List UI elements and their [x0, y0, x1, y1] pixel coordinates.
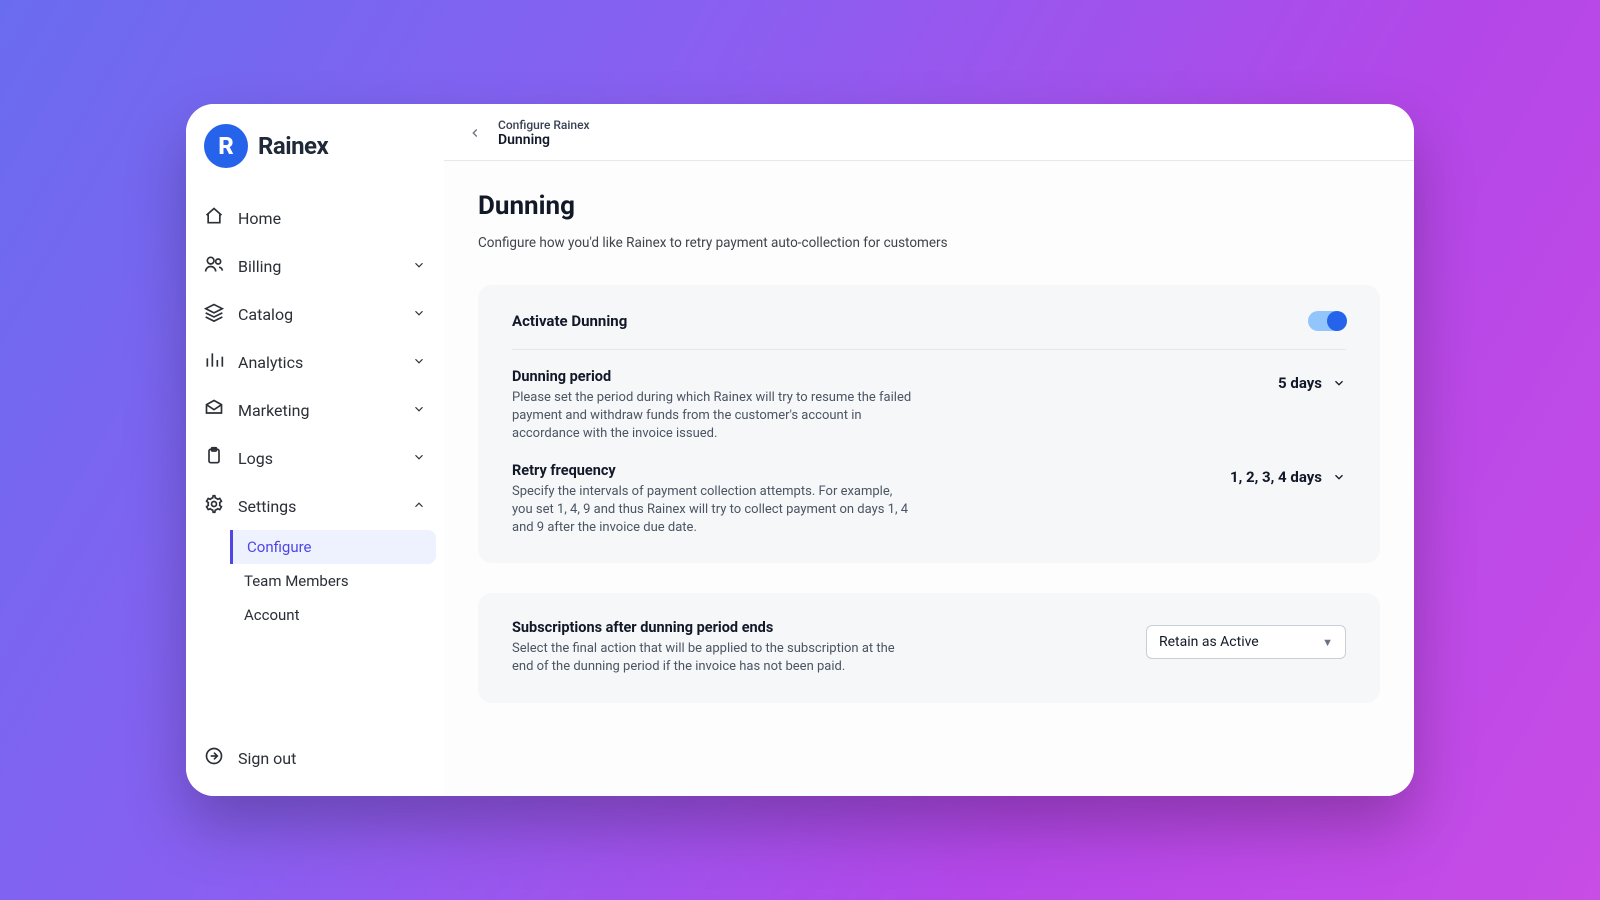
- chevron-down-icon: [412, 353, 426, 372]
- chevron-down-icon: [1332, 376, 1346, 390]
- retry-frequency-row: Retry frequency Specify the intervals of…: [512, 444, 1346, 538]
- sidebar-subitem-label: Configure: [247, 538, 312, 556]
- sidebar-subitem-label: Account: [244, 606, 300, 624]
- dunning-period-desc: Please set the period during which Raine…: [512, 389, 912, 444]
- nav: Home Billing Catalog: [186, 186, 444, 734]
- sidebar-item-label: Home: [238, 209, 281, 228]
- app-window: R Rainex Home Billing: [186, 104, 1414, 796]
- sidebar-item-catalog[interactable]: Catalog: [194, 290, 436, 338]
- dunning-period-row: Dunning period Please set the period dur…: [512, 350, 1346, 444]
- brand-logo-icon: R: [204, 124, 248, 168]
- retry-frequency-value: 1, 2, 3, 4 days: [1230, 468, 1322, 486]
- retry-frequency-desc: Specify the intervals of payment collect…: [512, 483, 912, 538]
- sidebar-item-analytics[interactable]: Analytics: [194, 338, 436, 386]
- sidebar-item-billing[interactable]: Billing: [194, 242, 436, 290]
- post-dunning-row: Subscriptions after dunning period ends …: [512, 619, 1346, 676]
- toggle-knob: [1327, 311, 1347, 331]
- chevron-down-icon: [412, 257, 426, 276]
- retry-frequency-dropdown[interactable]: 1, 2, 3, 4 days: [1230, 468, 1346, 486]
- envelope-icon: [204, 398, 224, 422]
- sidebar-subitem-account[interactable]: Account: [230, 598, 436, 632]
- dunning-period-value: 5 days: [1278, 374, 1322, 392]
- sidebar-item-label: Logs: [238, 449, 273, 468]
- activate-dunning-toggle[interactable]: [1308, 311, 1346, 331]
- signout-icon: [204, 746, 224, 770]
- brand-name: Rainex: [258, 132, 328, 160]
- bars-icon: [204, 350, 224, 374]
- dunning-card: Activate Dunning Dunning period Please s…: [478, 285, 1380, 563]
- gear-icon: [204, 494, 224, 518]
- signout-button[interactable]: Sign out: [186, 734, 444, 782]
- chevron-down-icon: [412, 305, 426, 324]
- sidebar-subitem-team-members[interactable]: Team Members: [230, 564, 436, 598]
- page-title: Dunning: [478, 191, 1380, 221]
- sidebar-item-marketing[interactable]: Marketing: [194, 386, 436, 434]
- caret-down-icon: ▼: [1322, 636, 1333, 649]
- sidebar-item-label: Settings: [238, 497, 296, 516]
- sidebar-item-settings[interactable]: Settings: [194, 482, 436, 530]
- back-button[interactable]: [464, 122, 486, 144]
- breadcrumb-parent: Configure Rainex: [498, 118, 590, 132]
- main: Configure Rainex Dunning Dunning Configu…: [444, 104, 1414, 796]
- chevron-down-icon: [1332, 470, 1346, 484]
- clipboard-icon: [204, 446, 224, 470]
- breadcrumb: Configure Rainex Dunning: [498, 118, 590, 148]
- home-icon: [204, 206, 224, 230]
- post-dunning-desc: Select the final action that will be app…: [512, 640, 912, 676]
- chevron-left-icon: [468, 126, 482, 140]
- signout-label: Sign out: [238, 749, 296, 768]
- sidebar-item-label: Marketing: [238, 401, 309, 420]
- layers-icon: [204, 302, 224, 326]
- chevron-down-icon: [412, 449, 426, 468]
- post-dunning-title: Subscriptions after dunning period ends: [512, 619, 912, 636]
- chevron-up-icon: [412, 497, 426, 516]
- topbar: Configure Rainex Dunning: [444, 104, 1414, 161]
- sidebar-item-label: Analytics: [238, 353, 303, 372]
- sidebar-item-label: Catalog: [238, 305, 293, 324]
- dunning-period-dropdown[interactable]: 5 days: [1278, 374, 1346, 392]
- breadcrumb-current: Dunning: [498, 132, 590, 148]
- sidebar-item-logs[interactable]: Logs: [194, 434, 436, 482]
- chevron-down-icon: [412, 401, 426, 420]
- activate-dunning-label: Activate Dunning: [512, 312, 627, 330]
- users-icon: [204, 254, 224, 278]
- sidebar-item-label: Billing: [238, 257, 281, 276]
- sidebar-item-home[interactable]: Home: [194, 194, 436, 242]
- dunning-period-title: Dunning period: [512, 368, 912, 385]
- sidebar-subitem-label: Team Members: [244, 572, 349, 590]
- post-dunning-select[interactable]: Retain as Active ▼: [1146, 625, 1346, 659]
- sidebar: R Rainex Home Billing: [186, 104, 444, 796]
- brand-row: R Rainex: [186, 124, 444, 186]
- sidebar-subitem-configure[interactable]: Configure: [230, 530, 436, 564]
- post-dunning-card: Subscriptions after dunning period ends …: [478, 593, 1380, 702]
- page-subtitle: Configure how you'd like Rainex to retry…: [478, 235, 1380, 251]
- content: Dunning Configure how you'd like Rainex …: [444, 161, 1414, 796]
- post-dunning-select-value: Retain as Active: [1159, 634, 1259, 650]
- retry-frequency-title: Retry frequency: [512, 462, 912, 479]
- activate-row: Activate Dunning: [512, 311, 1346, 350]
- settings-subnav: Configure Team Members Account: [194, 530, 436, 632]
